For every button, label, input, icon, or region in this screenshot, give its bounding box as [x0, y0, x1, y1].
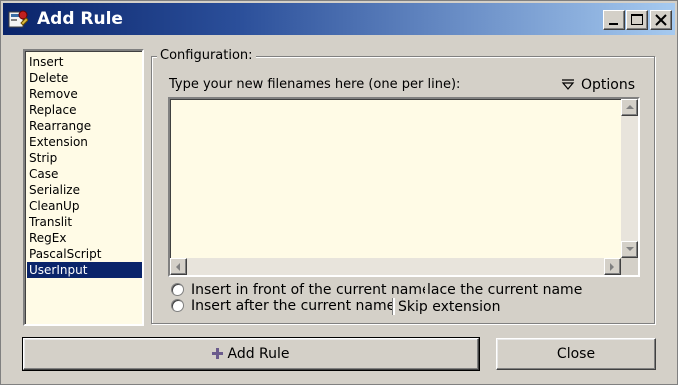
- scroll-left-button[interactable]: [170, 258, 187, 275]
- scroll-right-button[interactable]: [604, 258, 621, 275]
- list-item-regex[interactable]: RegEx: [27, 230, 142, 246]
- options-label: Options: [581, 77, 636, 93]
- configuration-label: Configuration:: [157, 47, 256, 65]
- title-bar[interactable]: Add Rule: [3, 3, 675, 35]
- list-item-extension[interactable]: Extension: [27, 134, 142, 150]
- app-icon: [8, 10, 28, 28]
- list-item-insert[interactable]: Insert: [27, 54, 142, 70]
- add-rule-button[interactable]: Add Rule: [22, 337, 480, 371]
- minimize-button[interactable]: [603, 10, 625, 30]
- list-item-userinput[interactable]: UserInput: [27, 262, 142, 278]
- radio-insert-after-label[interactable]: Insert after the current name: [191, 297, 395, 315]
- arrow-left-icon: [176, 263, 180, 271]
- close-button[interactable]: [650, 10, 672, 30]
- list-item-cleanup[interactable]: CleanUp: [27, 198, 142, 214]
- list-item-case[interactable]: Case: [27, 166, 142, 182]
- skip-extension-label[interactable]: Skip extension: [398, 298, 500, 316]
- horizontal-scrollbar[interactable]: [170, 258, 621, 275]
- arrow-down-icon: [626, 247, 634, 251]
- plus-icon: [212, 348, 224, 359]
- arrow-up-icon: [626, 105, 634, 109]
- close-icon: [655, 14, 667, 26]
- arrow-right-icon: [610, 263, 614, 271]
- close-dialog-button[interactable]: Close: [496, 338, 656, 370]
- maximize-icon: [631, 14, 643, 25]
- add-rule-dialog: Add Rule Insert Delete Remove Replace Re…: [0, 0, 678, 385]
- radio-replace-label[interactable]: lace the current name: [425, 281, 583, 299]
- filenames-memo[interactable]: [168, 97, 640, 277]
- scroll-down-button[interactable]: [621, 241, 638, 258]
- list-item-replace[interactable]: Replace: [27, 102, 142, 118]
- scroll-up-button[interactable]: [621, 99, 638, 116]
- list-item-rearrange[interactable]: Rearrange: [27, 118, 142, 134]
- vertical-scrollbar[interactable]: [621, 99, 638, 258]
- list-item-delete[interactable]: Delete: [27, 70, 142, 86]
- rules-list[interactable]: Insert Delete Remove Replace Rearrange E…: [23, 49, 144, 326]
- radio-insert-front[interactable]: [171, 283, 184, 296]
- skip-extension-checkbox[interactable]: [392, 298, 395, 315]
- list-item-strip[interactable]: Strip: [27, 150, 142, 166]
- list-item-translit[interactable]: Translit: [27, 214, 142, 230]
- window-title: Add Rule: [37, 9, 123, 29]
- radio-insert-after[interactable]: [171, 299, 184, 312]
- minimize-icon: [609, 23, 618, 25]
- maximize-button[interactable]: [626, 10, 648, 30]
- list-item-pascalscript[interactable]: PascalScript: [27, 246, 142, 262]
- triangle-down-icon: [561, 79, 575, 90]
- list-item-remove[interactable]: Remove: [27, 86, 142, 102]
- list-item-serialize[interactable]: Serialize: [27, 182, 142, 198]
- add-rule-label: Add Rule: [227, 346, 290, 362]
- filenames-hint: Type your new filenames here (one per li…: [169, 77, 461, 92]
- close-label: Close: [556, 346, 596, 362]
- scroll-corner: [621, 258, 638, 275]
